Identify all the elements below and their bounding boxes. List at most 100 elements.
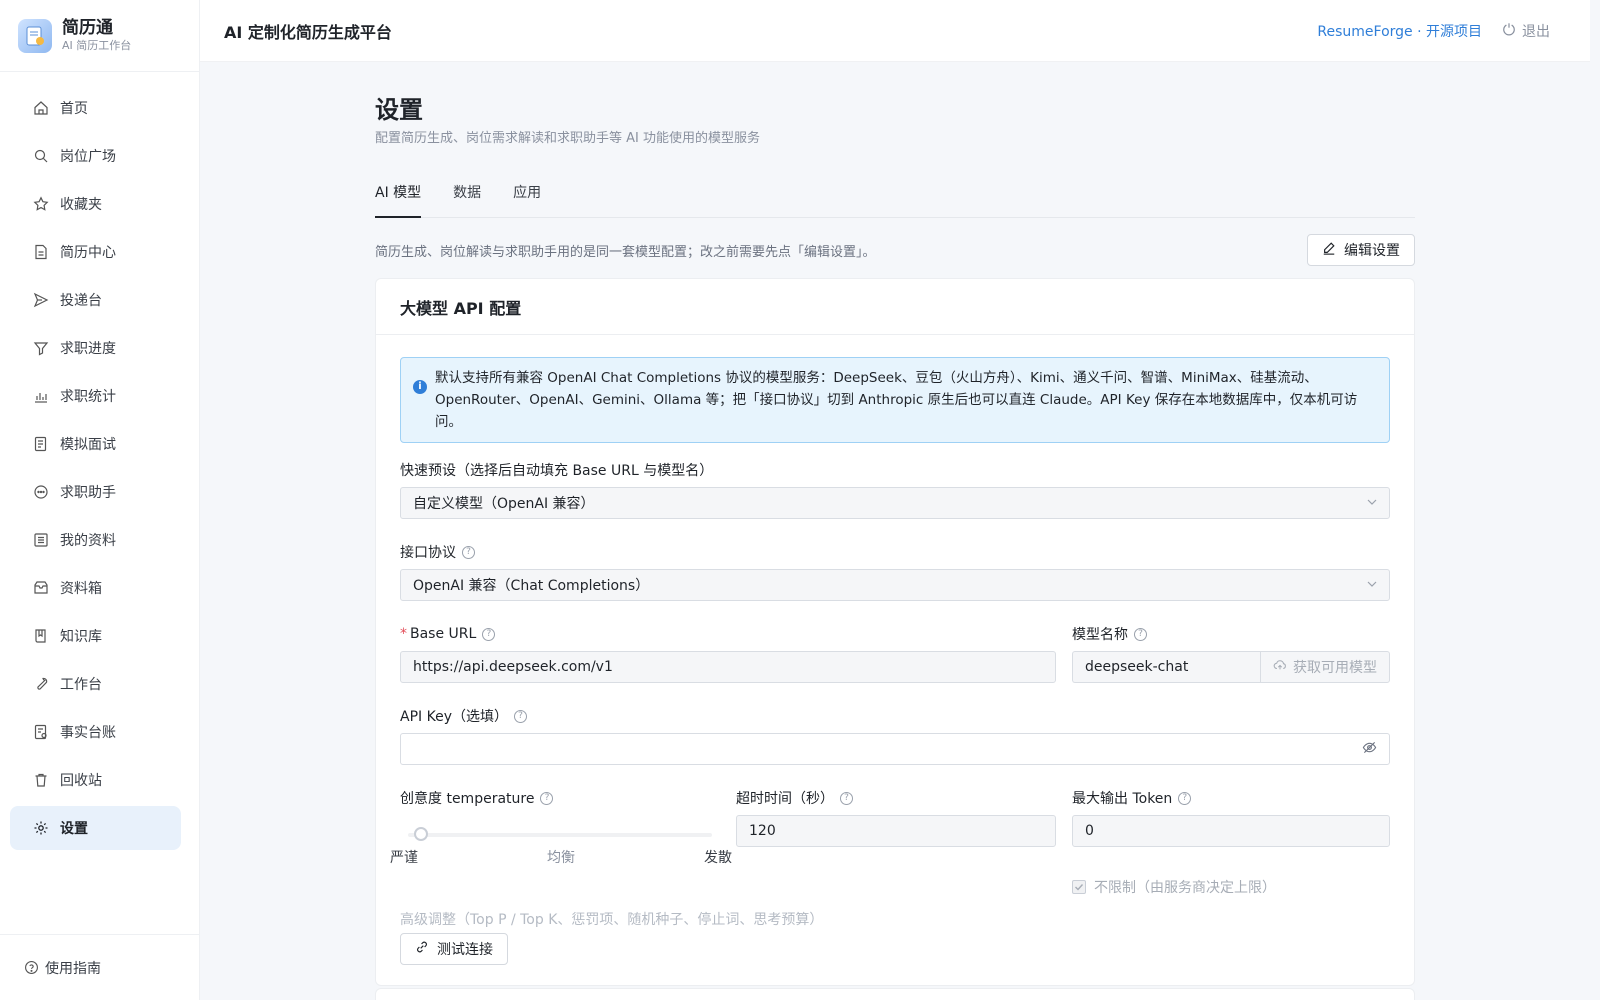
info-icon: i <box>413 380 427 394</box>
sidebar-item-assistant[interactable]: 求职助手 <box>10 470 181 514</box>
logout-button[interactable]: 退出 <box>1502 21 1550 41</box>
edit-icon <box>1322 241 1336 259</box>
edit-settings-button[interactable]: 编辑设置 <box>1307 234 1415 266</box>
sidebar-item-trash[interactable]: 回收站 <box>10 758 181 802</box>
app-title: AI 定制化简历生成平台 <box>224 22 392 42</box>
slider-handle[interactable] <box>414 827 428 841</box>
temperature-label: 创意度 temperature? <box>400 787 720 809</box>
sidebar-item-label: 模拟面试 <box>60 437 116 453</box>
open-source-link[interactable]: ResumeForge · 开源项目 <box>1317 21 1482 41</box>
mark-divergent: 发散 <box>704 850 732 866</box>
star-icon <box>32 195 50 213</box>
sidebar-item-stats[interactable]: 求职统计 <box>10 374 181 418</box>
protocol-select[interactable]: OpenAI 兼容（Chat Completions） <box>400 569 1390 601</box>
model-name-label: 模型名称? <box>1072 623 1390 645</box>
gear-icon <box>32 819 50 837</box>
sidebar-item-home[interactable]: 首页 <box>10 86 181 130</box>
tab-data[interactable]: 数据 <box>453 176 481 217</box>
sidebar-item-progress[interactable]: 求职进度 <box>10 326 181 370</box>
brand[interactable]: 简历通 AI 简历工作台 <box>0 0 199 72</box>
inbox-icon <box>32 579 50 597</box>
home-icon <box>32 99 50 117</box>
sidebar-item-workbench[interactable]: 工作台 <box>10 662 181 706</box>
main-content: 设置 配置简历生成、岗位需求解读和求职助手等 AI 功能使用的模型服务 AI 模… <box>375 62 1415 986</box>
trash-icon <box>32 771 50 789</box>
send-icon <box>32 291 50 309</box>
help-icon[interactable]: ? <box>840 791 853 805</box>
ledger-icon <box>32 723 50 741</box>
sidebar-item-label: 简历中心 <box>60 245 116 261</box>
help-icon[interactable]: ? <box>462 545 475 559</box>
eye-off-icon[interactable] <box>1362 740 1377 759</box>
chevron-down-icon <box>1367 495 1377 511</box>
alert-line-1: 默认支持所有兼容 OpenAI Chat Completions 协议的模型服务… <box>435 370 1318 386</box>
sidebar-item-resume-center[interactable]: 简历中心 <box>10 230 181 274</box>
timeout-input[interactable]: 120 <box>736 815 1056 847</box>
protocol-value: OpenAI 兼容（Chat Completions） <box>413 578 650 594</box>
guide-label: 使用指南 <box>45 960 101 977</box>
help-icon[interactable]: ? <box>540 791 554 805</box>
unlimited-checkbox[interactable]: 不限制（由服务商决定上限） <box>1072 877 1390 897</box>
cloud-icon <box>1273 658 1287 676</box>
sidebar-item-ledger[interactable]: 事实台账 <box>10 710 181 754</box>
base-url-input[interactable]: https://api.deepseek.com/v1 <box>400 651 1056 683</box>
sidebar-item-label: 工作台 <box>60 677 102 693</box>
wrench-icon <box>32 675 50 693</box>
preset-select[interactable]: 自定义模型（OpenAI 兼容） <box>400 487 1390 519</box>
funnel-icon <box>32 339 50 357</box>
help-icon[interactable]: ? <box>513 709 527 723</box>
preset-label: 快速预设（选择后自动填充 Base URL 与模型名） <box>400 463 714 479</box>
interview-icon <box>32 435 50 453</box>
sidebar-item-favorites[interactable]: 收藏夹 <box>10 182 181 226</box>
max-tokens-label: 最大输出 Token? <box>1072 787 1390 809</box>
logo <box>18 18 52 53</box>
brand-subtitle: AI 简历工作台 <box>62 39 132 52</box>
sidebar-item-profile[interactable]: 我的资料 <box>10 518 181 562</box>
api-key-input[interactable] <box>400 733 1390 765</box>
scrollbar[interactable] <box>1590 0 1600 1000</box>
logout-icon <box>1502 22 1516 40</box>
protocol-label: 接口协议? <box>400 541 1390 563</box>
help-icon[interactable]: ? <box>1178 791 1192 805</box>
mark-balanced: 均衡 <box>547 850 575 866</box>
sidebar-item-mock-interview[interactable]: 模拟面试 <box>10 422 181 466</box>
api-key-label: API Key（选填）? <box>400 705 1390 727</box>
document-icon <box>32 243 50 261</box>
sidebar-item-settings[interactable]: 设置 <box>10 806 181 850</box>
info-alert: i 默认支持所有兼容 OpenAI Chat Completions 协议的模型… <box>400 357 1390 443</box>
profile-icon <box>32 531 50 549</box>
test-connection-button[interactable]: 测试连接 <box>400 933 508 965</box>
page-subtitle: 配置简历生成、岗位需求解读和求职助手等 AI 功能使用的模型服务 <box>375 131 760 146</box>
required-mark: * <box>400 626 407 642</box>
page-title: 设置 <box>375 96 423 124</box>
base-url-label: * Base URL? <box>400 623 1056 645</box>
help-icon[interactable]: ? <box>482 627 496 641</box>
model-name-input[interactable]: deepseek-chat <box>1072 651 1260 683</box>
sidebar-item-inbox[interactable]: 资料箱 <box>10 566 181 610</box>
sidebar-nav: 首页 岗位广场 收藏夹 简历中心 投递台 求职进度 求职统计 模拟面试 求职助手… <box>0 72 199 850</box>
sidebar-item-knowledge[interactable]: 知识库 <box>10 614 181 658</box>
max-tokens-input[interactable]: 0 <box>1072 815 1390 847</box>
top-header: AI 定制化简历生成平台 ResumeForge · 开源项目 退出 <box>200 0 1590 62</box>
sidebar-item-delivery[interactable]: 投递台 <box>10 278 181 322</box>
advanced-toggle[interactable]: 高级调整（Top P / Top K、惩罚项、随机种子、停止词、思考预算） <box>400 909 1390 929</box>
sidebar-item-jobs[interactable]: 岗位广场 <box>10 134 181 178</box>
sidebar-item-label: 收藏夹 <box>60 197 102 213</box>
card-title: 大模型 API 配置 <box>376 279 1414 335</box>
sidebar-item-label: 资料箱 <box>60 581 102 597</box>
link-icon <box>415 940 429 958</box>
checkbox-box[interactable] <box>1072 880 1086 894</box>
tab-app[interactable]: 应用 <box>513 176 541 217</box>
help-icon[interactable]: ? <box>1134 627 1147 641</box>
chat-icon <box>32 483 50 501</box>
notice-text: 简历生成、岗位解读与求职助手用的是同一套模型配置；改之前需要先点「编辑设置」。 <box>375 244 876 260</box>
tab-ai-model[interactable]: AI 模型 <box>375 176 422 218</box>
guide-link[interactable]: 使用指南 <box>0 934 199 1000</box>
settings-tabs: AI 模型 数据 应用 <box>375 176 1415 218</box>
sidebar-item-label: 事实台账 <box>60 725 116 741</box>
fetch-models-button[interactable]: 获取可用模型 <box>1260 651 1390 683</box>
temperature-slider[interactable]: 严谨 均衡 发散 <box>390 809 732 869</box>
help-circle-icon <box>24 960 39 975</box>
chevron-down-icon <box>1367 577 1377 593</box>
logout-label: 退出 <box>1522 23 1550 40</box>
